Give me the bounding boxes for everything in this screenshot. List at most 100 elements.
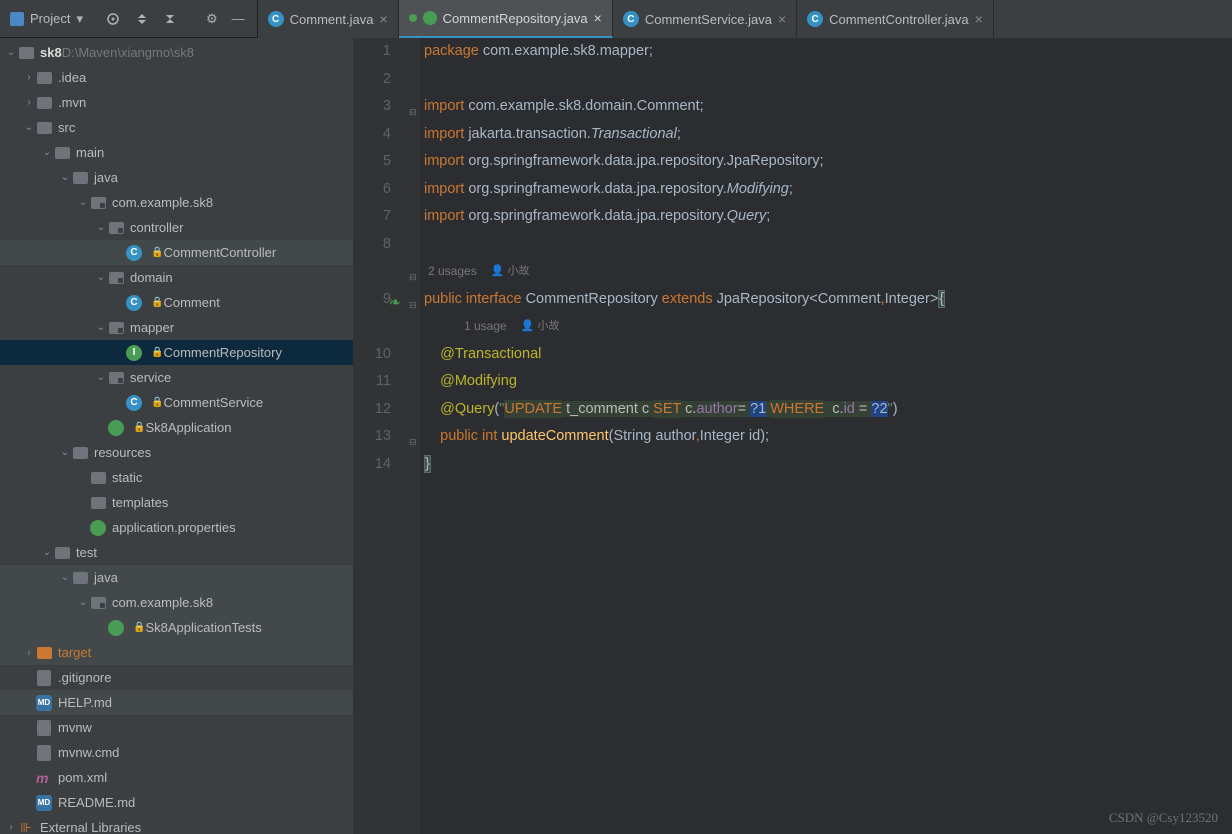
folder-icon (54, 145, 70, 161)
spring-icon (108, 420, 124, 436)
line-number: 4 (353, 121, 391, 149)
close-icon[interactable]: × (594, 10, 602, 26)
tree-item[interactable]: C🔒 Comment (0, 290, 353, 315)
chevron-icon[interactable]: › (22, 97, 36, 108)
tree-item[interactable]: ⌄ java (0, 165, 353, 190)
tree-item[interactable]: ⌄ resources (0, 440, 353, 465)
editor-tab[interactable]: CComment.java× (258, 0, 399, 38)
code-editor[interactable]: 1234567891011121314❧ ⊟⊟⊟⊟ package com.ex… (353, 38, 1232, 834)
chevron-icon[interactable]: › (22, 647, 36, 658)
line-number: 12 (353, 396, 391, 424)
tree-item-label: CommentRepository (163, 345, 282, 360)
tree-item[interactable]: m pom.xml (0, 765, 353, 790)
tree-item[interactable]: › target (0, 640, 353, 665)
line-number: 14 (353, 451, 391, 479)
tree-item-label: HELP.md (58, 695, 112, 710)
usage-hint[interactable]: 1 usage👤 小故 (424, 313, 1232, 341)
tree-item[interactable]: › .idea (0, 65, 353, 90)
class-icon: C (126, 395, 142, 411)
fold-icon[interactable]: ⊟ (409, 99, 417, 127)
chevron-icon[interactable]: ⌄ (94, 322, 108, 333)
editor-tab[interactable]: CCommentController.java× (797, 0, 994, 38)
tree-item[interactable]: ⌄ mapper (0, 315, 353, 340)
tree-item[interactable]: mvnw (0, 715, 353, 740)
tree-item[interactable]: ⌄ service (0, 365, 353, 390)
code-area[interactable]: package com.example.sk8.mapper; import c… (420, 38, 1232, 834)
fold-icon[interactable]: ⊟ (409, 429, 417, 457)
tree-item[interactable]: 🔒 Sk8Application (0, 415, 353, 440)
editor-tab[interactable]: CommentRepository.java × (399, 0, 613, 38)
tree-item[interactable]: application.properties (0, 515, 353, 540)
tree-item[interactable]: I🔒 CommentRepository (0, 340, 353, 365)
folder-icon (54, 545, 70, 561)
external-libraries[interactable]: ›⊪ External Libraries (0, 815, 353, 834)
project-tree[interactable]: ⌄sk8 D:\Maven\xiangmo\sk8› .idea› .mvn⌄ … (0, 38, 353, 834)
select-opened-icon[interactable] (105, 11, 121, 27)
folder-icon (72, 570, 88, 586)
fold-icon[interactable]: ⊟ (409, 292, 417, 320)
line-number: 5 (353, 148, 391, 176)
markdown-icon: MD (36, 695, 52, 711)
tree-item[interactable]: MD README.md (0, 790, 353, 815)
close-icon[interactable]: × (379, 11, 387, 27)
chevron-icon[interactable]: ⌄ (76, 597, 90, 608)
tree-item[interactable]: ⌄ domain (0, 265, 353, 290)
tree-item[interactable]: ⌄ java (0, 565, 353, 590)
tree-item[interactable]: ⌄ test (0, 540, 353, 565)
expand-all-icon[interactable] (135, 12, 149, 26)
line-number: 7 (353, 203, 391, 231)
chevron-icon[interactable]: ⌄ (58, 447, 72, 458)
chevron-icon[interactable]: ⌄ (76, 197, 90, 208)
tree-item-label: src (58, 120, 75, 135)
tree-item[interactable]: C🔒 CommentController (0, 240, 353, 265)
chevron-down-icon: ▾ (76, 11, 83, 27)
tab-label: Comment.java (290, 12, 374, 27)
minimize-icon[interactable]: — (232, 11, 245, 26)
editor-tab[interactable]: CCommentService.java× (613, 0, 797, 38)
tree-item[interactable]: C🔒 CommentService (0, 390, 353, 415)
chevron-icon[interactable]: › (22, 72, 36, 83)
file-icon (36, 670, 52, 686)
editor-tabs: CComment.java×CommentRepository.java×CCo… (257, 0, 1232, 38)
tree-item[interactable]: ⌄ controller (0, 215, 353, 240)
interface-icon: I (126, 345, 142, 361)
folder-icon (36, 645, 52, 661)
chevron-icon[interactable]: ⌄ (94, 222, 108, 233)
tree-item-label: README.md (58, 795, 135, 810)
chevron-icon[interactable]: ⌄ (58, 572, 72, 583)
chevron-icon[interactable]: ⌄ (40, 147, 54, 158)
tab-label: CommentController.java (829, 12, 968, 27)
chevron-icon[interactable]: ⌄ (94, 272, 108, 283)
tree-item[interactable]: ⌄ com.example.sk8 (0, 590, 353, 615)
interface-icon (423, 11, 437, 25)
tree-item-label: service (130, 370, 171, 385)
fold-icon[interactable]: ⊟ (409, 264, 417, 292)
gear-icon[interactable]: ⚙ (206, 11, 218, 27)
close-icon[interactable]: × (778, 11, 786, 27)
tree-item[interactable]: .gitignore (0, 665, 353, 690)
collapse-all-icon[interactable] (163, 12, 177, 26)
tree-item[interactable]: mvnw.cmd (0, 740, 353, 765)
tree-item[interactable]: MD HELP.md (0, 690, 353, 715)
tree-item[interactable]: ⌄ src (0, 115, 353, 140)
gutter: 1234567891011121314❧ (353, 38, 403, 834)
line-number: 11 (353, 368, 391, 396)
close-icon[interactable]: × (975, 11, 983, 27)
tree-item[interactable]: › .mvn (0, 90, 353, 115)
tree-item[interactable]: static (0, 465, 353, 490)
tree-item[interactable]: ⌄ main (0, 140, 353, 165)
usage-hint[interactable]: 2 usages👤 小故 (424, 258, 1232, 286)
tree-item[interactable]: ⌄ com.example.sk8 (0, 190, 353, 215)
chevron-icon[interactable]: ⌄ (58, 172, 72, 183)
folder-icon (36, 70, 52, 86)
project-dropdown[interactable]: Project ▾ (0, 0, 93, 37)
project-toolbar: ⚙ — (93, 0, 257, 37)
chevron-icon[interactable]: ⌄ (94, 372, 108, 383)
chevron-icon[interactable]: ⌄ (40, 547, 54, 558)
tree-item[interactable]: templates (0, 490, 353, 515)
chevron-icon[interactable]: ⌄ (22, 122, 36, 133)
tree-item[interactable]: 🔒 Sk8ApplicationTests (0, 615, 353, 640)
fold-column[interactable]: ⊟⊟⊟⊟ (408, 38, 420, 834)
tab-label: CommentRepository.java (443, 11, 588, 26)
tree-root[interactable]: ⌄sk8 D:\Maven\xiangmo\sk8 (0, 40, 353, 65)
